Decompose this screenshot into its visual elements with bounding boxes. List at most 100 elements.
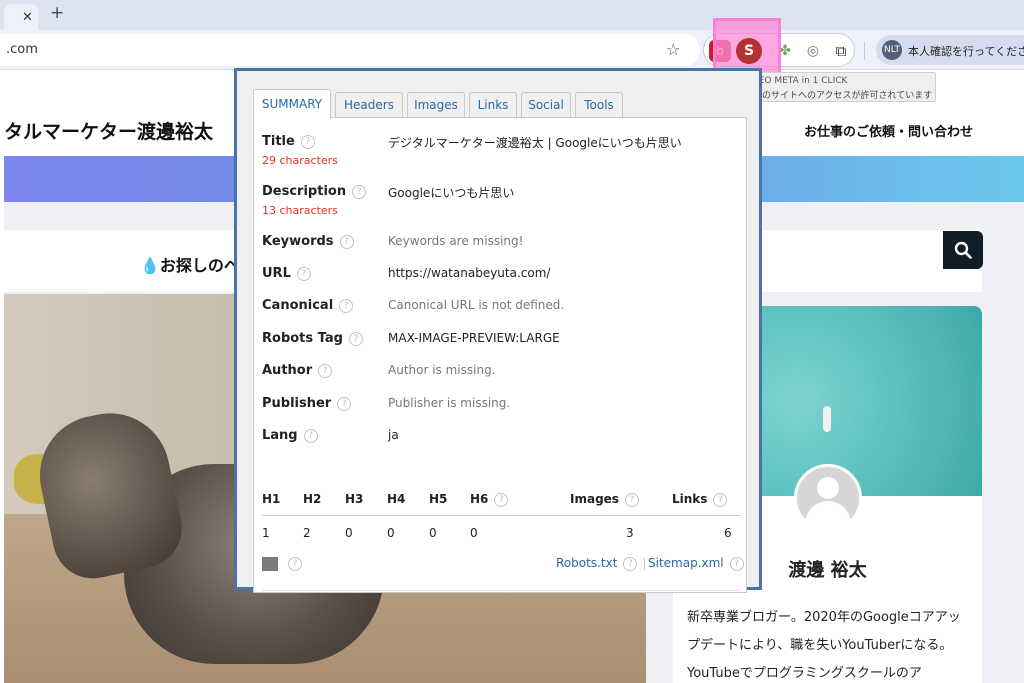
help-icon[interactable]: ? <box>337 396 352 411</box>
site-title[interactable]: タルマーケター渡邊裕太 <box>4 117 213 144</box>
help-icon[interactable]: ? <box>296 266 311 281</box>
help-icon[interactable]: ? <box>494 492 509 507</box>
popup-content: SUMMARY Headers Images Links Social Tool… <box>253 89 747 593</box>
canonical-label: Canonical? <box>262 298 354 313</box>
title-value: デジタルマーケター渡邊裕太 | Googleにいつも片思い <box>388 136 682 150</box>
tab-links[interactable]: Links <box>469 92 517 118</box>
h2-header: H2 <box>303 492 322 506</box>
sitemap-xml-link-text[interactable]: Sitemap.xml <box>648 556 724 570</box>
publisher-label: Publisher? <box>262 396 352 411</box>
title-label-text: Title <box>262 134 295 149</box>
help-icon[interactable]: ? <box>348 331 363 346</box>
author-bio: 新卒専業ブロガー。2020年のGoogleコアアップデートにより、職を失いYou… <box>687 610 961 681</box>
extension-tooltip: SEO META in 1 CLICK このサイトへのアクセスが許可されています <box>746 72 936 102</box>
search-heading: 💧お探しのペ <box>140 252 240 276</box>
help-icon[interactable]: ? <box>729 556 744 571</box>
description-value: Googleにいつも片思い <box>388 186 515 200</box>
robots-txt-link[interactable]: Robots.txt? <box>556 556 638 571</box>
robots-tag-label-text: Robots Tag <box>262 331 343 346</box>
author-value: Author is missing. <box>388 363 496 377</box>
paddleboard <box>823 406 831 432</box>
description-label-text: Description <box>262 184 347 199</box>
tab-headers[interactable]: Headers <box>335 92 403 118</box>
avatar-head <box>817 477 839 499</box>
canonical-value: Canonical URL is not defined. <box>388 298 565 312</box>
h6-header: H6? <box>470 492 509 507</box>
extensions-puzzle-icon[interactable]: ⧉ <box>830 40 852 62</box>
keywords-label: Keywords? <box>262 234 354 249</box>
help-icon[interactable]: ? <box>318 363 333 378</box>
search-button[interactable] <box>943 231 983 269</box>
h5-count: 0 <box>429 526 437 540</box>
author-avatar <box>794 464 862 532</box>
robots-tag-value: MAX-IMAGE-PREVIEW:LARGE <box>388 331 560 345</box>
water-drop-icon: 💧 <box>140 256 160 275</box>
links-header-text: Links <box>672 492 708 506</box>
seo-meta-extension-icon[interactable]: S <box>736 38 762 64</box>
toolbar-divider <box>864 42 865 60</box>
h2-count: 2 <box>303 526 311 540</box>
headings-table-row: 1 2 0 0 0 0 3 6 <box>262 526 740 546</box>
lang-value: ja <box>388 428 399 442</box>
panel-footer: ? Robots.txt? Sitemap.xml? <box>262 556 744 576</box>
help-icon[interactable]: ? <box>713 492 728 507</box>
sitemap-xml-link[interactable]: Sitemap.xml? <box>648 556 744 571</box>
avatar-body <box>805 501 851 531</box>
title-char-count: 29 characters <box>262 154 338 167</box>
profile-chip[interactable]: NLT 本人確認を行ってくださ <box>876 35 1024 65</box>
h4-count: 0 <box>387 526 395 540</box>
browser-tab[interactable]: ✕ <box>4 4 38 30</box>
h3-header: H3 <box>345 492 364 506</box>
camera-extension-icon[interactable]: ◎ <box>802 40 824 62</box>
tab-social[interactable]: Social <box>521 92 571 118</box>
h6-header-text: H6 <box>470 492 489 506</box>
url-value: https://watanabeyuta.com/ <box>388 266 551 280</box>
tab-strip: ✕ + <box>0 0 1024 30</box>
h3-count: 0 <box>345 526 353 540</box>
publisher-label-text: Publisher <box>262 396 332 411</box>
popup-tabs: SUMMARY Headers Images Links Social Tool… <box>253 89 747 119</box>
h4-header: H4 <box>387 492 406 506</box>
help-icon[interactable]: ? <box>288 557 302 571</box>
images-header: Images? <box>570 492 639 507</box>
images-count: 3 <box>626 526 634 540</box>
search-icon <box>954 241 972 259</box>
close-tab-icon[interactable]: ✕ <box>22 10 33 25</box>
canonical-label-text: Canonical <box>262 298 334 313</box>
robots-txt-link-text[interactable]: Robots.txt <box>556 556 617 570</box>
address-bar[interactable]: .com ☆ <box>0 34 700 66</box>
profile-avatar-icon: NLT <box>882 40 902 60</box>
chart-icon[interactable] <box>262 557 278 571</box>
links-count: 6 <box>724 526 732 540</box>
tab-summary[interactable]: SUMMARY <box>253 89 331 119</box>
tab-tools[interactable]: Tools <box>575 92 623 118</box>
help-icon[interactable]: ? <box>303 428 318 443</box>
help-icon[interactable]: ? <box>300 134 315 149</box>
publisher-value: Publisher is missing. <box>388 396 511 410</box>
browser-toolbar: .com ☆ b ✤ ◎ ⧉ NLT 本人確認を行ってくださ <box>0 30 1024 70</box>
h1-count: 1 <box>262 526 270 540</box>
lang-label: Lang? <box>262 428 318 443</box>
h5-header: H5 <box>429 492 448 506</box>
headings-table-header: H1 H2 H3 H4 H5 H6? Images? Links? <box>262 492 740 516</box>
help-icon[interactable]: ? <box>624 492 639 507</box>
h1-header: H1 <box>262 492 281 506</box>
new-tab-button[interactable]: + <box>50 3 64 23</box>
h6-count: 0 <box>470 526 478 540</box>
help-icon[interactable]: ? <box>339 234 354 249</box>
profile-status-text: 本人確認を行ってくださ <box>908 45 1024 58</box>
help-icon[interactable]: ? <box>352 184 367 199</box>
bookmark-star-icon[interactable]: ☆ <box>666 40 680 59</box>
help-icon[interactable]: ? <box>623 556 638 571</box>
contact-link[interactable]: お仕事のご依頼・問い合わせ <box>804 121 973 140</box>
author-label: Author? <box>262 363 333 378</box>
help-icon[interactable]: ? <box>339 298 354 313</box>
author-label-text: Author <box>262 363 313 378</box>
seo-meta-popup: SUMMARY Headers Images Links Social Tool… <box>234 68 762 593</box>
url-label: URL? <box>262 266 311 281</box>
images-header-text: Images <box>570 492 619 506</box>
address-text: .com <box>6 42 38 57</box>
robots-tag-label: Robots Tag? <box>262 331 363 346</box>
tab-images[interactable]: Images <box>407 92 465 118</box>
tooltip-text: このサイトへのアクセスが許可されています <box>753 91 933 101</box>
